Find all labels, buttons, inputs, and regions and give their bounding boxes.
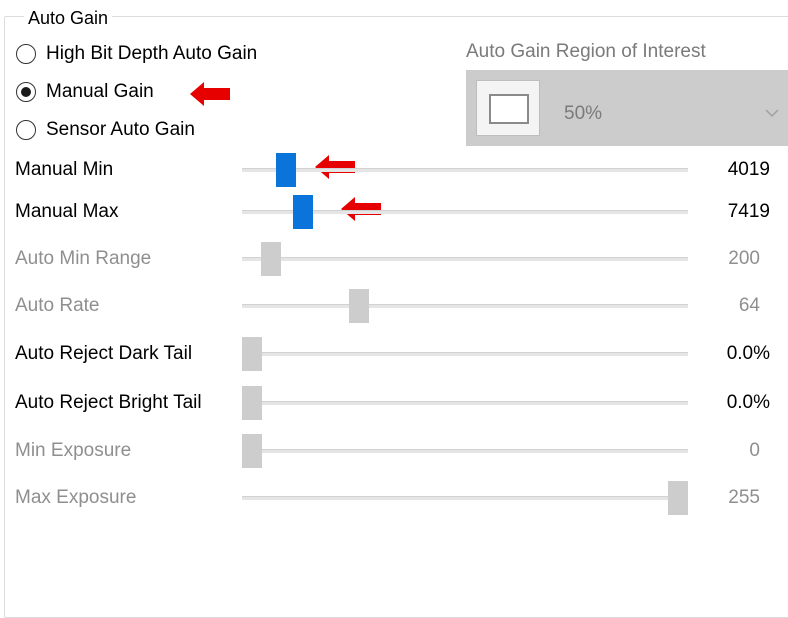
red-arrow-left-icon [341,197,381,221]
slider-value: 0.0% [726,343,770,364]
radio-sensor-auto-gain[interactable]: Sensor Auto Gain [16,116,195,144]
slider-value: 64 [738,295,760,316]
slider-thumb [261,242,282,276]
auto-gain-group-title: Auto Gain [24,6,113,30]
slider-thumb[interactable] [276,153,297,187]
radio-label: Manual Gain [46,81,154,102]
slider-thumb[interactable] [293,195,314,229]
roi-dropdown[interactable]: 50% [466,70,788,146]
slider-track[interactable] [242,352,688,356]
red-arrow-left-icon [190,82,230,106]
radio-label: High Bit Depth Auto Gain [46,43,258,64]
slider-track [242,304,688,308]
slider-thumb[interactable] [242,337,262,371]
chevron-down-icon[interactable] [764,108,780,118]
radio-high-bit-depth-auto-gain[interactable]: High Bit Depth Auto Gain [16,40,257,68]
slider-label-auto-rate: Auto Rate [15,295,100,316]
roi-label: Auto Gain Region of Interest [466,41,706,62]
slider-track [242,257,688,261]
slider-track [242,496,688,500]
slider-track[interactable] [242,168,688,172]
slider-label-min-exposure: Min Exposure [15,440,132,461]
slider-thumb[interactable] [242,386,262,420]
slider-label-auto-reject-dark-tail: Auto Reject Dark Tail [15,343,193,364]
radio-label: Sensor Auto Gain [46,119,195,140]
slider-value: 255 [728,487,760,508]
roi-rectangle-frame [489,94,529,124]
slider-value: 200 [728,248,760,269]
slider-track [242,449,688,453]
slider-value: 4019 [727,159,770,180]
slider-label-manual-max: Manual Max [15,201,119,222]
radio-circle[interactable] [16,44,36,64]
slider-track[interactable] [242,401,688,405]
slider-label-max-exposure: Max Exposure [15,487,137,508]
radio-manual-gain[interactable]: Manual Gain [16,78,154,106]
red-arrow-left-icon [315,155,355,179]
slider-label-manual-min: Manual Min [15,159,114,180]
slider-label-auto-min-range: Auto Min Range [15,248,152,269]
radio-circle[interactable] [16,120,36,140]
slider-thumb [242,434,262,468]
slider-label-auto-reject-bright-tail: Auto Reject Bright Tail [15,392,202,413]
slider-value: 0.0% [726,392,770,413]
roi-rectangle-icon [476,80,540,136]
slider-value: 7419 [727,201,770,222]
slider-value: 0 [749,440,760,461]
radio-circle[interactable] [16,82,36,102]
roi-value: 50% [564,103,603,124]
slider-thumb [348,289,369,323]
radio-selected-dot [21,87,31,97]
